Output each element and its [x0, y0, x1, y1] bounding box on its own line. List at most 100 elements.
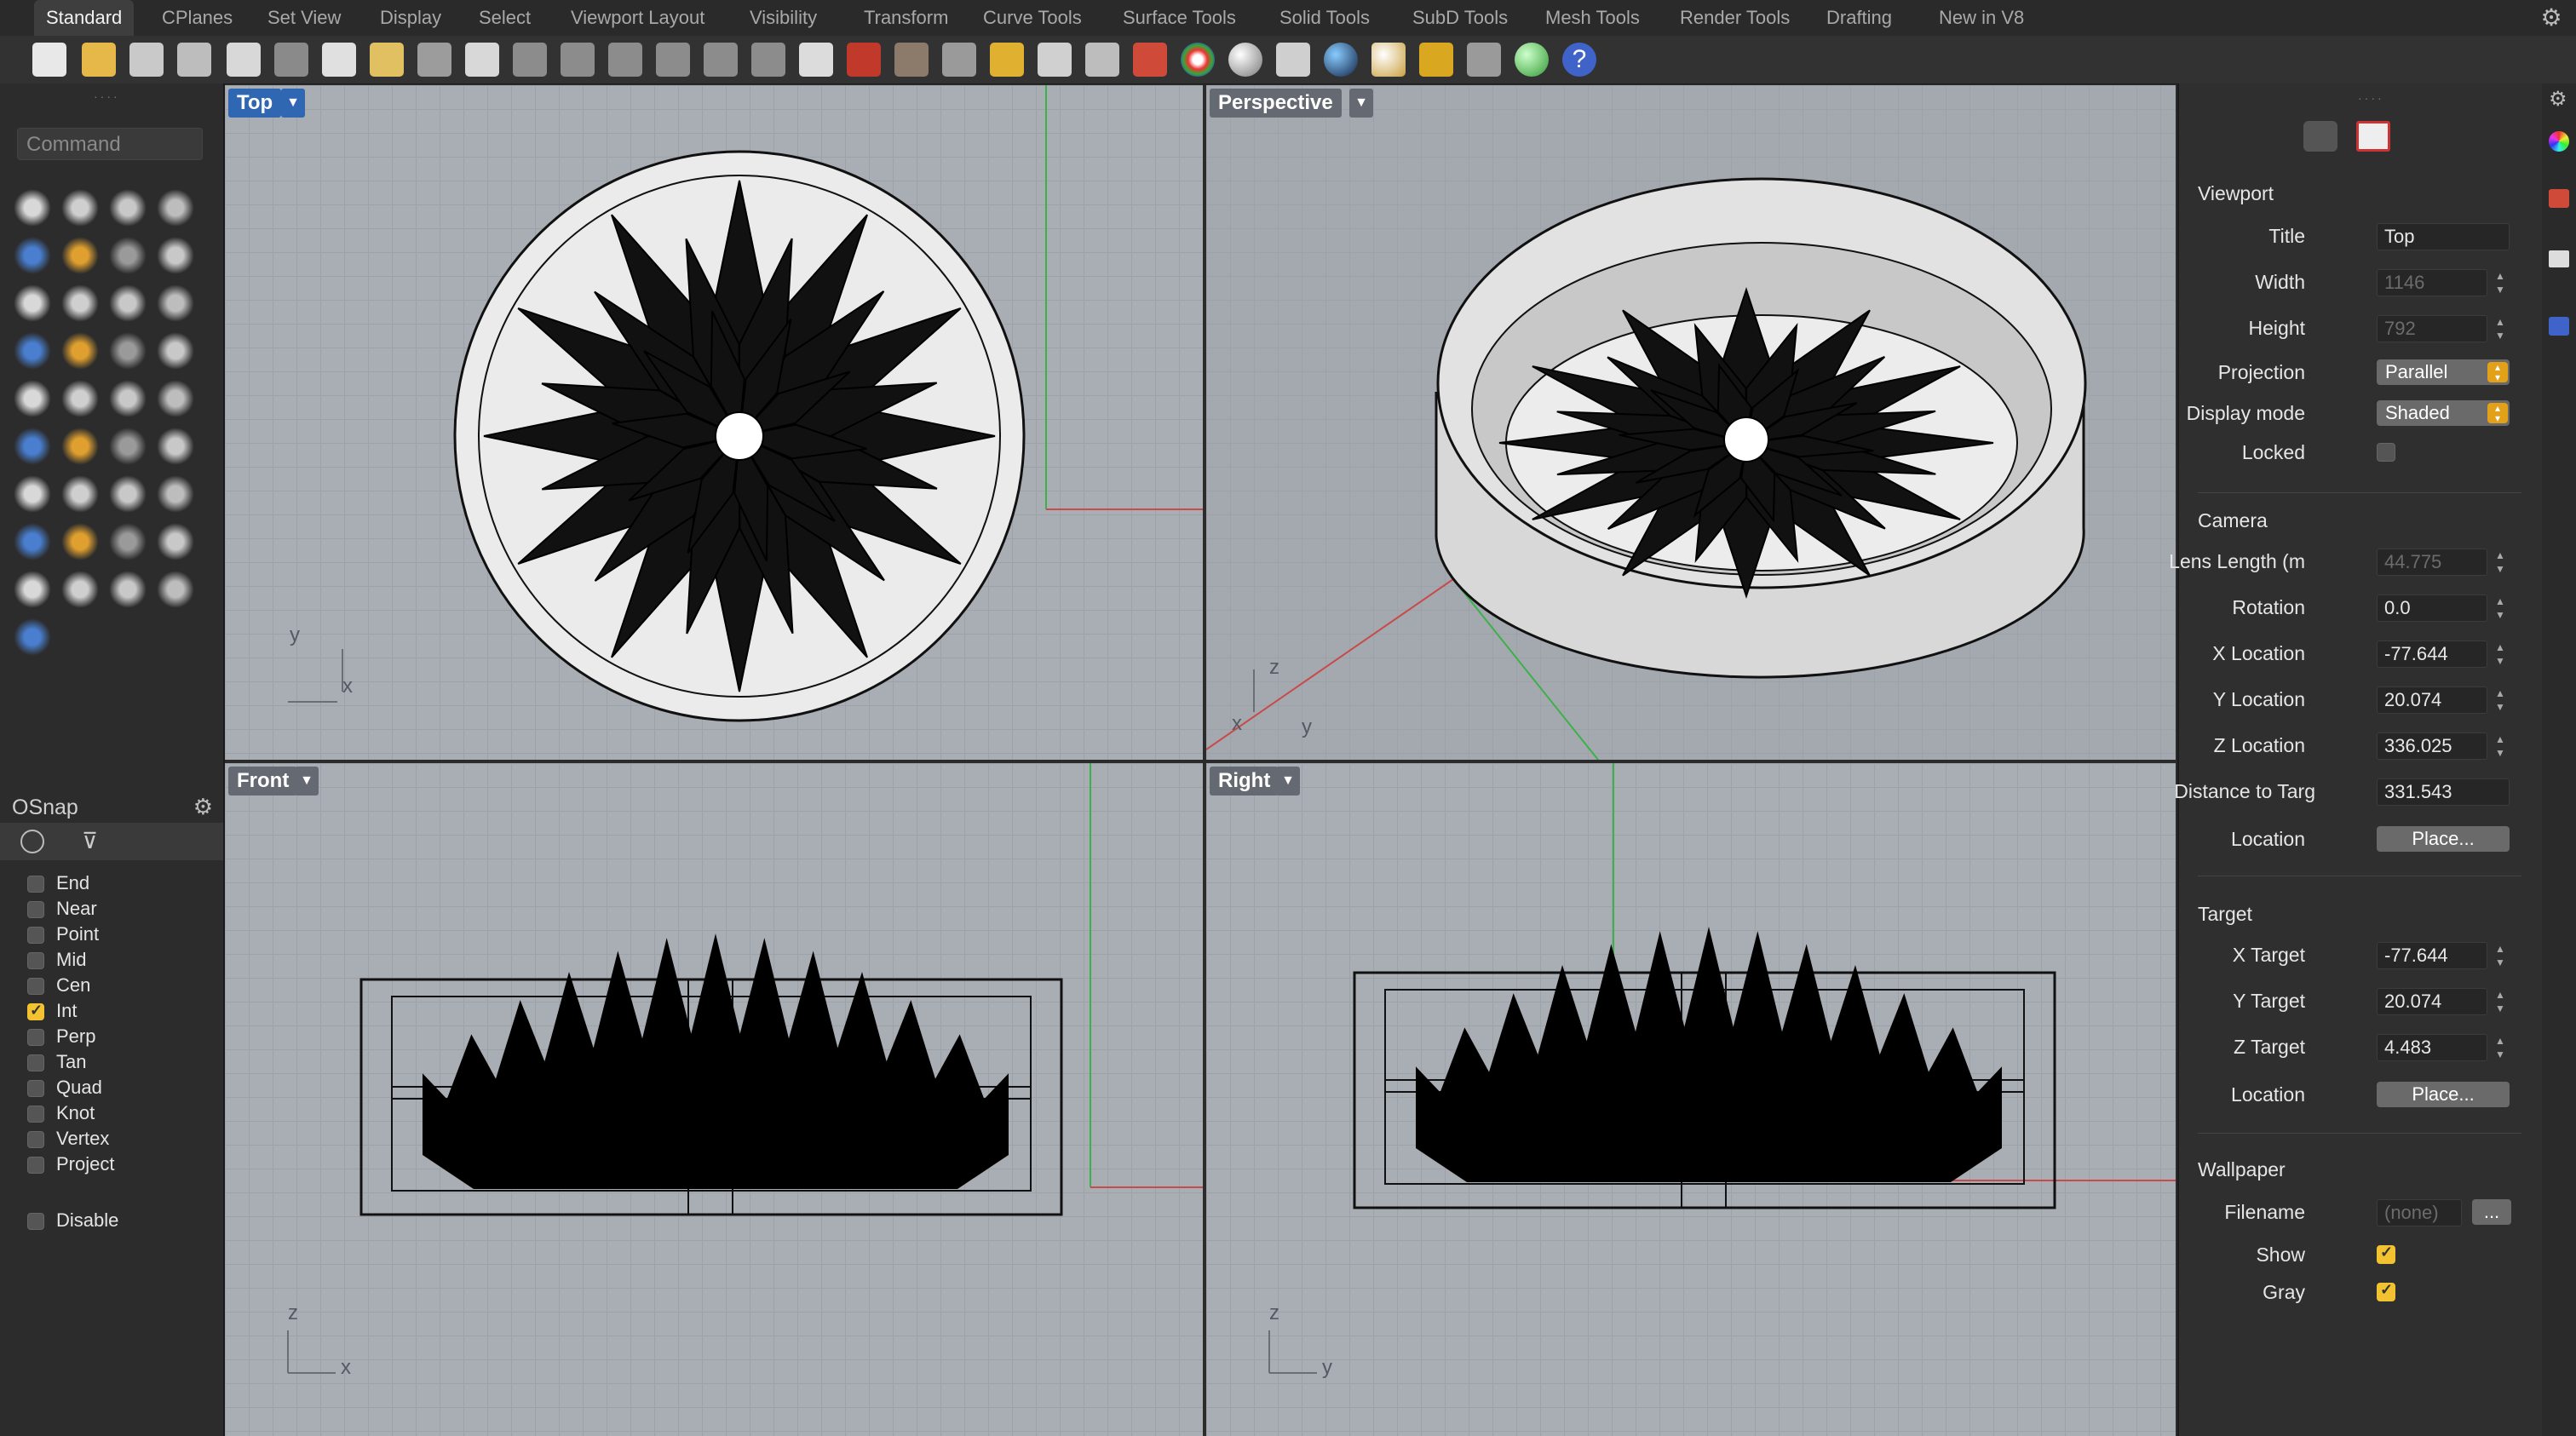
- tab-drafting[interactable]: Drafting: [1814, 0, 1904, 36]
- camera-place-button[interactable]: Place...: [2377, 826, 2510, 852]
- chevron-down-icon[interactable]: ▼: [1276, 767, 1300, 796]
- browse-button[interactable]: ...: [2472, 1199, 2511, 1225]
- drawing-tool-icon[interactable]: [14, 237, 51, 274]
- drawing-tool-icon[interactable]: [109, 428, 147, 465]
- viewport-title-right[interactable]: Right: [1210, 767, 1279, 796]
- viewport-title-perspective[interactable]: Perspective: [1210, 89, 1342, 118]
- dimension-icon[interactable]: [1467, 43, 1501, 77]
- y-location-field[interactable]: 20.074: [2377, 686, 2487, 714]
- tab-solid-tools[interactable]: Solid Tools: [1268, 0, 1382, 36]
- z-location-field[interactable]: 336.025: [2377, 732, 2487, 760]
- tab-select[interactable]: Select: [467, 0, 543, 36]
- zoom-icon[interactable]: [561, 43, 595, 77]
- y-target-field[interactable]: 20.074: [2377, 988, 2487, 1015]
- drawing-tool-icon[interactable]: [61, 237, 99, 274]
- filter-icon[interactable]: ⊽: [82, 828, 98, 854]
- chevron-down-icon[interactable]: ▼: [295, 767, 319, 796]
- options-sphere-icon[interactable]: [1515, 43, 1549, 77]
- osnap-checkbox[interactable]: [27, 1080, 44, 1097]
- cut-icon[interactable]: [274, 43, 308, 77]
- x-location-field[interactable]: -77.644: [2377, 640, 2487, 668]
- drawing-tool-icon[interactable]: [109, 380, 147, 417]
- projection-select[interactable]: Parallel ▴ ▾: [2377, 359, 2510, 385]
- height-field[interactable]: 792: [2377, 315, 2487, 342]
- shaded-sphere-icon[interactable]: [1228, 43, 1262, 77]
- new-file-icon[interactable]: [32, 43, 66, 77]
- osnap-checkbox[interactable]: [27, 1002, 44, 1020]
- cplane-icon[interactable]: [894, 43, 929, 77]
- drawing-tool-icon[interactable]: [109, 571, 147, 608]
- tab-display[interactable]: Display: [368, 0, 453, 36]
- drawing-tool-icon[interactable]: [109, 523, 147, 560]
- y-target-stepper[interactable]: ▲ ▼: [2493, 988, 2508, 1015]
- camera-icon[interactable]: [2303, 121, 2337, 152]
- print-icon[interactable]: [177, 43, 211, 77]
- drawing-tool-icon[interactable]: [14, 475, 51, 513]
- drawing-tool-icon[interactable]: [157, 332, 194, 370]
- gear-icon[interactable]: ⚙: [193, 794, 213, 820]
- tab-cplanes[interactable]: CPlanes: [150, 0, 244, 36]
- zoom-window-icon[interactable]: [608, 43, 642, 77]
- rotation-field[interactable]: 0.0: [2377, 595, 2487, 622]
- display-icon[interactable]: [2549, 250, 2569, 267]
- drawing-tool-icon[interactable]: [61, 284, 99, 322]
- drawing-tool-icon[interactable]: [14, 284, 51, 322]
- drawing-tool-icon[interactable]: [14, 523, 51, 560]
- drawing-tool-icon[interactable]: [157, 571, 194, 608]
- tab-transform[interactable]: Transform: [852, 0, 960, 36]
- color-wheel-icon[interactable]: [2549, 131, 2569, 152]
- drawing-tool-icon[interactable]: [14, 189, 51, 227]
- zoom-extents-icon[interactable]: [656, 43, 690, 77]
- drawing-tool-icon[interactable]: [109, 237, 147, 274]
- open-folder-icon[interactable]: [82, 43, 116, 77]
- y-location-stepper[interactable]: ▲ ▼: [2493, 686, 2508, 714]
- osnap-checkbox[interactable]: [27, 1131, 44, 1148]
- lock-icon[interactable]: [1085, 43, 1119, 77]
- gray-checkbox[interactable]: [2377, 1281, 2395, 1301]
- z-target-stepper[interactable]: ▲ ▼: [2493, 1034, 2508, 1061]
- tab-standard[interactable]: Standard: [34, 0, 135, 36]
- osnap-checkbox[interactable]: [27, 901, 44, 918]
- drawing-tool-icon[interactable]: [109, 284, 147, 322]
- rendered-sphere-icon[interactable]: [1324, 43, 1358, 77]
- tab-surface-tools[interactable]: Surface Tools: [1111, 0, 1248, 36]
- drawing-tool-icon[interactable]: [14, 380, 51, 417]
- x-location-stepper[interactable]: ▲ ▼: [2493, 640, 2508, 668]
- viewport-title-front[interactable]: Front: [228, 767, 298, 796]
- copy-icon[interactable]: [322, 43, 356, 77]
- drawing-tool-icon[interactable]: [157, 189, 194, 227]
- tab-viewport-layout[interactable]: Viewport Layout: [559, 0, 716, 36]
- undo-icon[interactable]: [417, 43, 451, 77]
- target-place-button[interactable]: Place...: [2377, 1082, 2510, 1107]
- drawing-tool-icon[interactable]: [61, 571, 99, 608]
- properties-icon[interactable]: [227, 43, 261, 77]
- tab-curve-tools[interactable]: Curve Tools: [971, 0, 1094, 36]
- height-stepper[interactable]: ▲ ▼: [2493, 315, 2508, 342]
- wireframe-sphere-icon[interactable]: [1276, 43, 1310, 77]
- chevron-down-icon[interactable]: ▼: [1349, 89, 1373, 118]
- properties-icon[interactable]: [2549, 317, 2569, 336]
- tab-mesh-tools[interactable]: Mesh Tools: [1533, 0, 1652, 36]
- viewport-perspective[interactable]: z x y Perspective ▼: [1206, 85, 2176, 760]
- osnap-checkbox[interactable]: [27, 1213, 44, 1230]
- paste-icon[interactable]: [370, 43, 404, 77]
- z-location-stepper[interactable]: ▲ ▼: [2493, 732, 2508, 760]
- snap-mode-icon[interactable]: [20, 830, 44, 853]
- z-target-field[interactable]: 4.483: [2377, 1034, 2487, 1061]
- drawing-tool-icon[interactable]: [157, 284, 194, 322]
- width-field[interactable]: 1146: [2377, 269, 2487, 296]
- save-icon[interactable]: [129, 43, 164, 77]
- drawing-tool-icon[interactable]: [61, 475, 99, 513]
- osnap-checkbox[interactable]: [27, 1106, 44, 1123]
- gear-icon[interactable]: ⚙: [2539, 5, 2564, 31]
- tab-render-tools[interactable]: Render Tools: [1668, 0, 1802, 36]
- tab-new-in-v8[interactable]: New in V8: [1927, 0, 2036, 36]
- car-icon[interactable]: [847, 43, 881, 77]
- undo-view-icon[interactable]: [751, 43, 785, 77]
- drawing-tool-icon[interactable]: [157, 237, 194, 274]
- select-points-icon[interactable]: [990, 43, 1024, 77]
- drawing-tool-icon[interactable]: [14, 618, 51, 656]
- drawing-tool-icon[interactable]: [109, 189, 147, 227]
- osnap-checkbox[interactable]: [27, 952, 44, 969]
- distance-field[interactable]: 331.543: [2377, 778, 2510, 806]
